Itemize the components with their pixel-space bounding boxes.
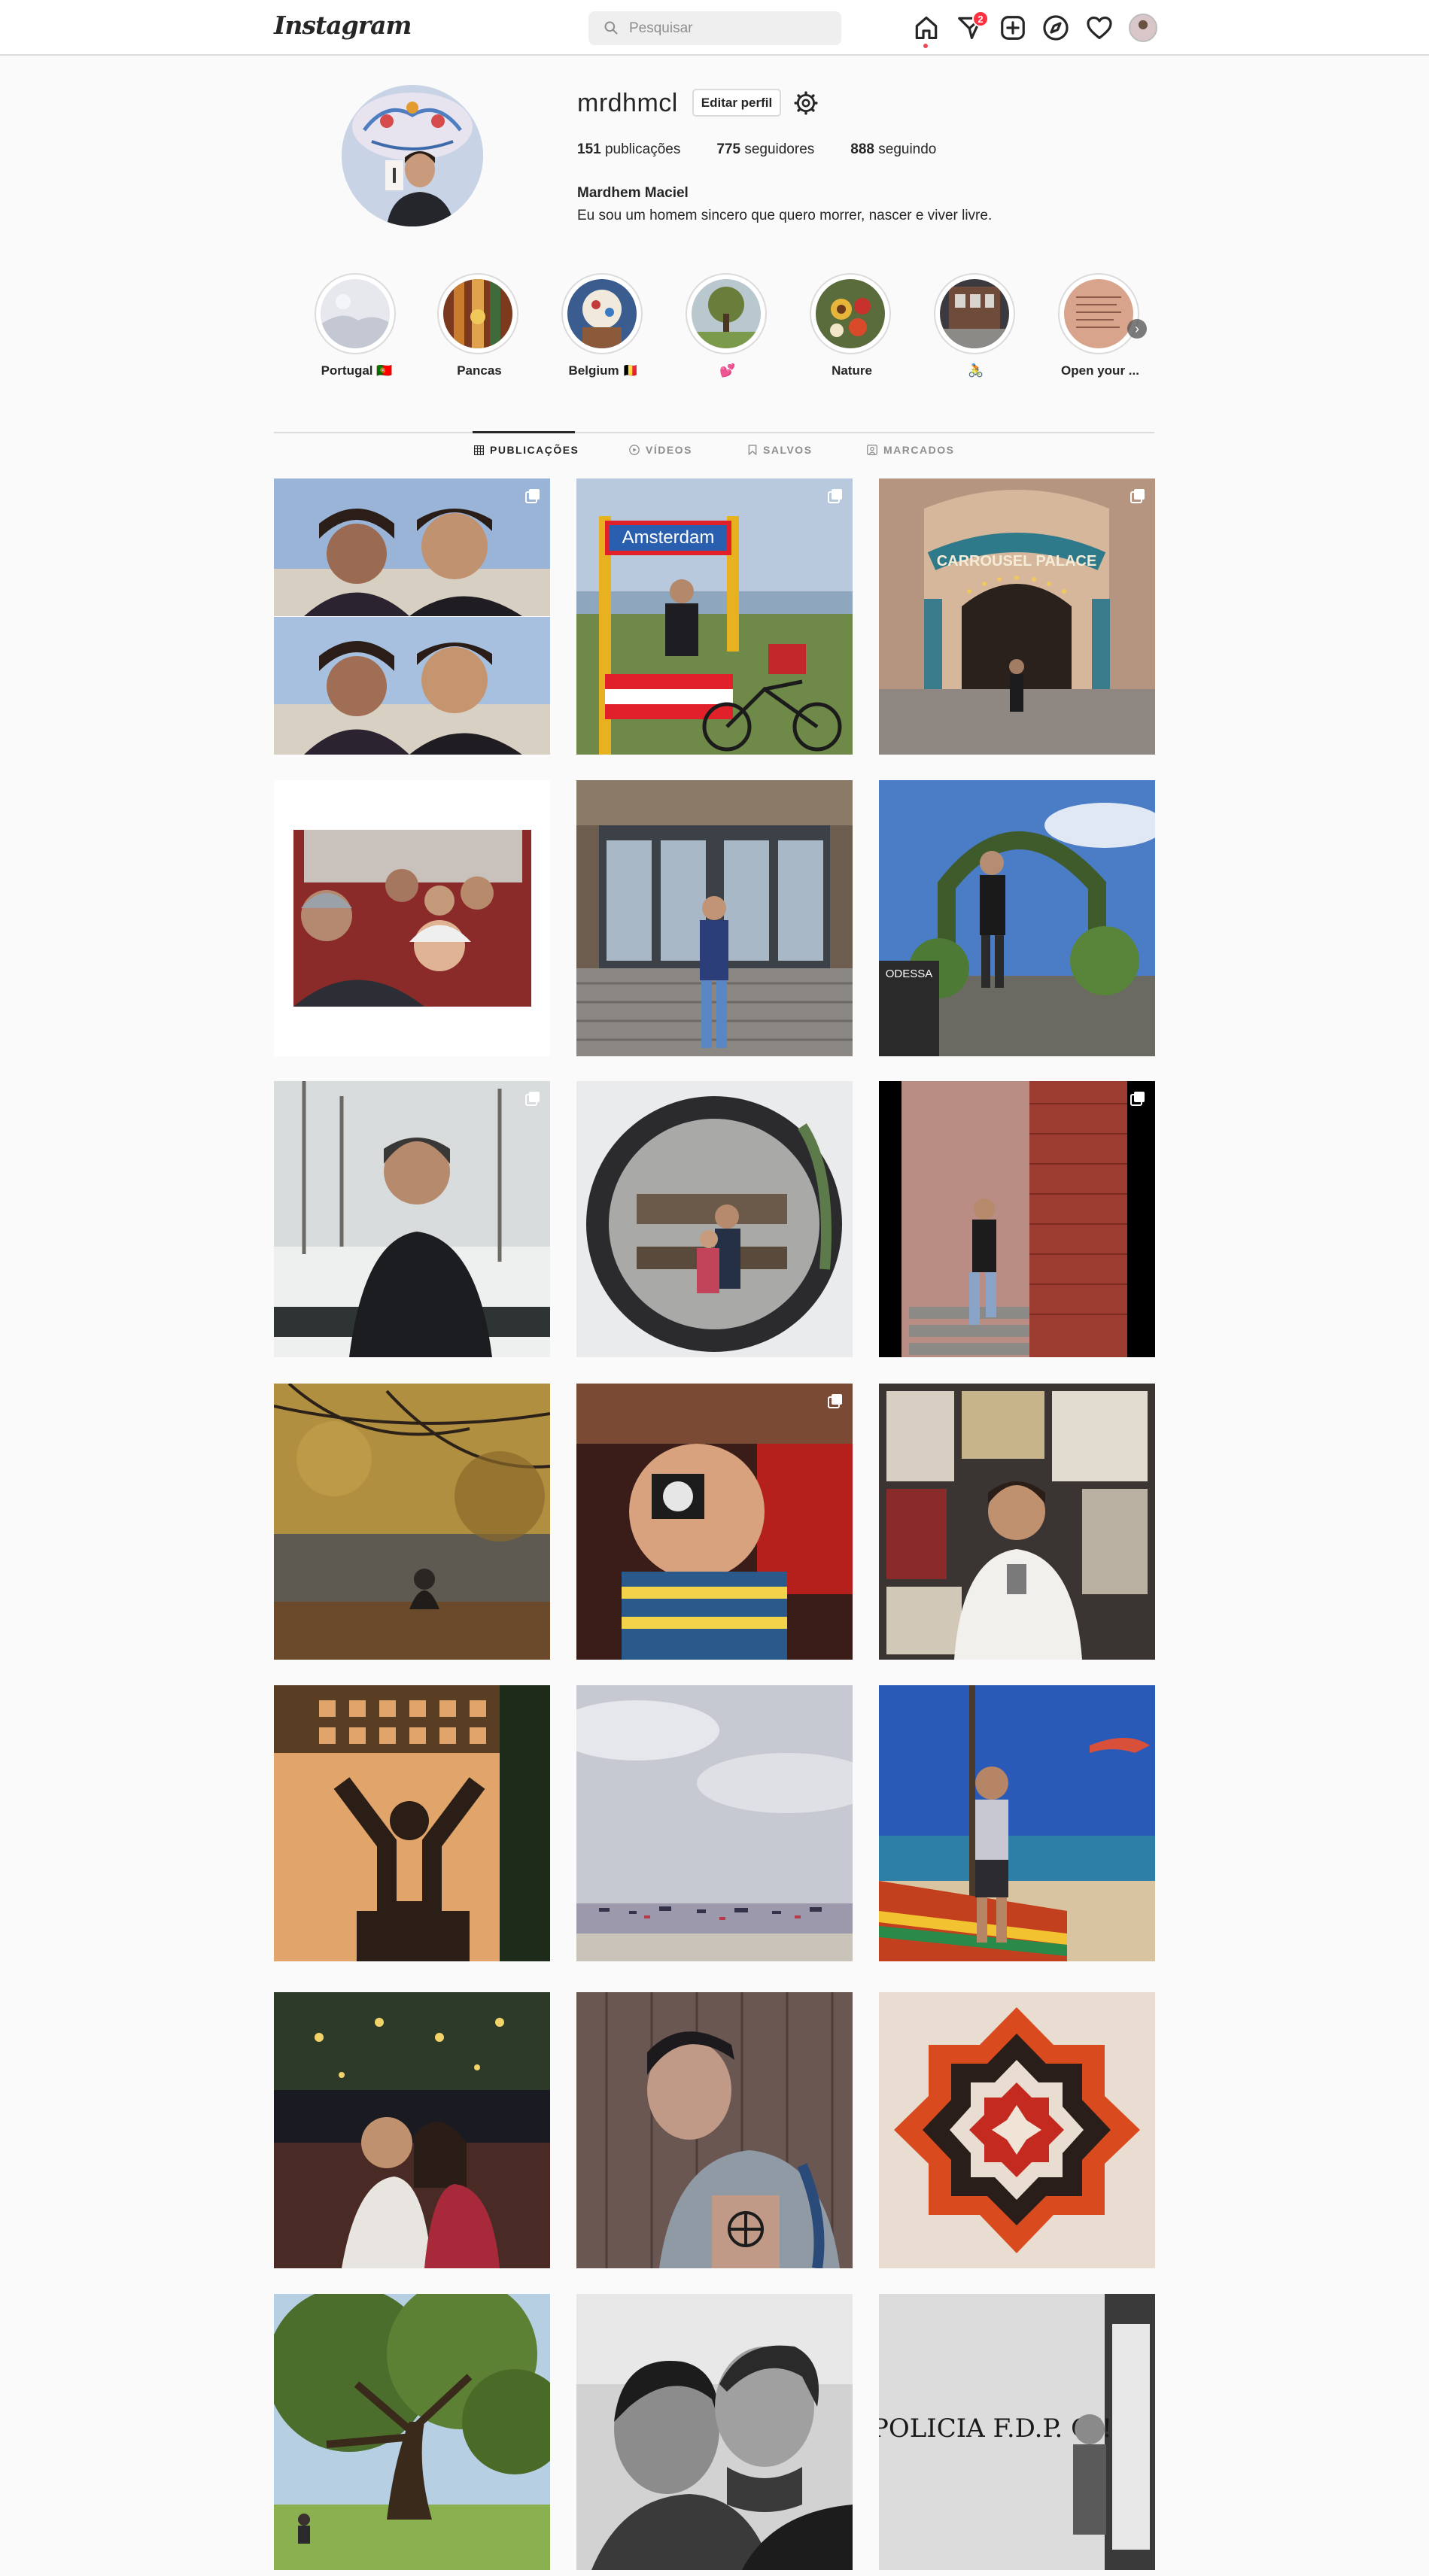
post-image	[274, 1992, 550, 2268]
post-image	[879, 1081, 1155, 1357]
post-tile[interactable]: POLICIA F.D.P. OI!	[879, 2294, 1155, 2570]
post-tile[interactable]	[576, 1992, 853, 2268]
post-image	[576, 1685, 853, 1961]
post-sign-text: Amsterdam	[622, 527, 715, 548]
post-tile[interactable]	[576, 780, 853, 1056]
post-tile[interactable]	[274, 780, 550, 1056]
post-tile[interactable]	[274, 1685, 550, 1961]
highlight-cover	[692, 279, 761, 348]
post-image	[576, 780, 853, 1056]
grid-icon	[474, 445, 484, 455]
post-image	[576, 2294, 853, 2570]
post-tile[interactable]: Amsterdam	[576, 478, 853, 755]
search-box[interactable]	[588, 11, 841, 45]
post-image: CARROUSEL PALACE	[879, 478, 1155, 755]
edit-profile-button[interactable]: Editar perfil	[692, 89, 781, 117]
profile-avatar[interactable]	[342, 85, 483, 226]
highlight-cover	[321, 279, 390, 348]
activity-heart-icon[interactable]	[1085, 14, 1114, 42]
explore-icon[interactable]	[1041, 14, 1070, 42]
post-image	[274, 1081, 550, 1357]
post-tile[interactable]	[879, 1081, 1155, 1357]
post-tile[interactable]	[879, 1384, 1155, 1660]
carousel-icon	[525, 489, 540, 503]
post-tile[interactable]	[879, 1685, 1155, 1961]
highlights-next-arrow-icon[interactable]: ›	[1127, 319, 1147, 339]
post-image	[274, 1384, 550, 1660]
tabs-divider	[274, 432, 1154, 433]
carousel-icon	[828, 1394, 842, 1408]
carousel-icon	[828, 489, 842, 503]
post-image: ODESSA	[879, 780, 1155, 1056]
story-highlight[interactable]: Belgium 🇧🇪	[561, 273, 646, 378]
tab-tagged[interactable]: MARCADOS	[867, 444, 954, 456]
post-tile[interactable]	[274, 1081, 550, 1357]
post-sign-text: ODESSA	[886, 968, 933, 980]
carousel-icon	[1130, 1092, 1145, 1106]
story-highlight[interactable]: Pancas	[437, 273, 521, 378]
post-image	[274, 478, 550, 755]
post-tile[interactable]: CARROUSEL PALACE	[879, 478, 1155, 755]
post-tile[interactable]	[576, 2294, 853, 2570]
post-image	[274, 1685, 550, 1961]
post-tile[interactable]: ODESSA	[879, 780, 1155, 1056]
post-image	[274, 780, 550, 1056]
search-input[interactable]	[629, 11, 832, 45]
tab-saved[interactable]: SALVOS	[748, 444, 813, 456]
posts-count: 151 publicações	[577, 141, 681, 157]
profile-avatar-button[interactable]	[1129, 14, 1157, 42]
notification-badge: 2	[972, 11, 989, 27]
post-tile[interactable]	[274, 1384, 550, 1660]
home-active-dot	[923, 44, 928, 48]
story-highlight[interactable]: Nature	[810, 273, 894, 378]
bookmark-icon	[748, 445, 757, 455]
highlight-cover	[567, 279, 637, 348]
post-image	[576, 1992, 853, 2268]
highlight-cover	[443, 279, 512, 348]
post-image: POLICIA F.D.P. OI!	[879, 2294, 1155, 2570]
story-highlight[interactable]: 💕	[686, 273, 770, 378]
story-highlight[interactable]: 🚴	[934, 273, 1018, 378]
story-highlight[interactable]: Portugal 🇵🇹	[315, 273, 399, 378]
active-tab-indicator	[473, 431, 575, 433]
post-image	[879, 1685, 1155, 1961]
profile-full-name: Mardhem Maciel	[577, 185, 689, 201]
top-nav-bar: Instagram 2	[0, 0, 1429, 56]
post-image	[274, 2294, 550, 2570]
post-tile[interactable]	[274, 2294, 550, 2570]
profile-stats: 151 publicações 775 seguidores 888 segui…	[577, 141, 936, 158]
tab-posts[interactable]: PUBLICAÇÕES	[474, 444, 579, 456]
post-image: Amsterdam	[576, 478, 853, 755]
post-image	[879, 1384, 1155, 1660]
followers-link[interactable]: 775 seguidores	[716, 141, 814, 158]
post-tile[interactable]	[576, 1685, 853, 1961]
post-tile[interactable]	[576, 1081, 853, 1357]
post-image	[576, 1384, 853, 1660]
new-post-icon[interactable]	[999, 14, 1027, 42]
post-tile[interactable]	[879, 1992, 1155, 2268]
search-icon	[604, 21, 618, 35]
tag-person-icon	[867, 445, 877, 455]
post-tile[interactable]	[576, 1384, 853, 1660]
post-image	[576, 1081, 853, 1357]
post-sign-text: CARROUSEL PALACE	[937, 553, 1097, 570]
video-play-icon	[629, 445, 640, 455]
tab-videos[interactable]: VÍDEOS	[629, 444, 692, 456]
home-icon[interactable]	[912, 14, 941, 42]
highlight-cover	[1064, 279, 1133, 348]
post-tile[interactable]	[274, 1992, 550, 2268]
profile-username: mrdhmcl	[577, 89, 678, 117]
post-tile[interactable]	[274, 478, 550, 755]
carousel-icon	[525, 1092, 540, 1106]
carousel-icon	[1130, 489, 1145, 503]
highlight-cover	[816, 279, 885, 348]
highlight-cover	[940, 279, 1009, 348]
settings-gear-icon[interactable]	[793, 90, 819, 116]
post-image	[879, 1992, 1155, 2268]
profile-bio: Eu sou um homem sincero que quero morrer…	[577, 208, 993, 223]
following-link[interactable]: 888 seguindo	[850, 141, 936, 158]
instagram-logo[interactable]: Instagram	[274, 11, 412, 40]
